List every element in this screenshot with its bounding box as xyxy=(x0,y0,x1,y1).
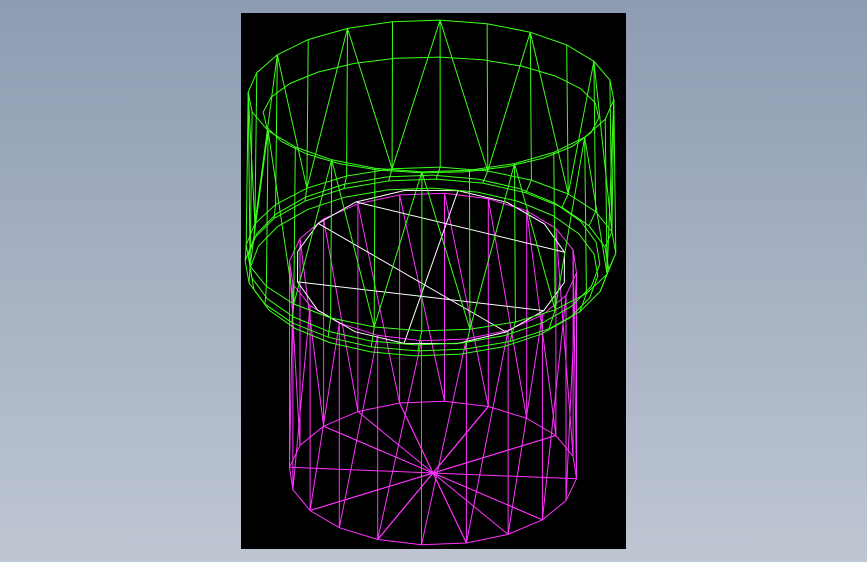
inner-cylinder-wireframe xyxy=(288,192,578,546)
outer-side-edge xyxy=(529,32,532,181)
inner-side-diagonal xyxy=(338,335,379,528)
outer-inner-lip xyxy=(262,56,600,174)
outer-side-diagonal xyxy=(487,32,531,172)
outer-side-edge xyxy=(486,23,489,172)
outer-side-diagonal xyxy=(554,137,586,310)
flange-edge xyxy=(327,317,332,338)
outer-side-edge xyxy=(373,168,376,328)
outer-side-diagonal xyxy=(529,32,569,195)
flange-edge xyxy=(588,211,597,227)
inner-side-diagonal xyxy=(487,198,528,419)
flange-edge xyxy=(608,252,617,270)
outer-side-diagonal xyxy=(514,163,556,310)
outer-side-diagonal xyxy=(347,28,393,169)
flange-edge xyxy=(561,193,569,208)
outer-side-edge xyxy=(293,146,296,305)
wireframe-canvas[interactable] xyxy=(241,13,626,549)
flange-edge xyxy=(273,204,277,219)
inner-top-diagonal xyxy=(355,201,565,253)
inner-side-diagonal xyxy=(541,295,567,520)
outer-side-diagonal xyxy=(391,19,441,169)
flange-edge xyxy=(343,175,348,189)
outer-side-edge xyxy=(306,39,309,189)
outer-side-diagonal xyxy=(267,130,295,305)
outer-side-edge xyxy=(330,159,333,318)
flange-edge xyxy=(304,188,308,202)
inner-cylinder-top-edge xyxy=(296,189,566,345)
inner-side-diagonal xyxy=(323,218,359,412)
inner-top-diagonal xyxy=(317,222,507,333)
outer-side-edge xyxy=(593,61,597,212)
outer-top-rim xyxy=(247,19,615,173)
inner-top-diagonal xyxy=(297,281,544,312)
outer-side-diagonal xyxy=(593,61,613,232)
outer-side-diagonal xyxy=(276,54,308,189)
inner-bottom-diagonal xyxy=(377,406,489,540)
outer-side-edge xyxy=(265,130,269,287)
outer-side-diagonal xyxy=(254,54,278,224)
outer-side-edge xyxy=(254,72,258,224)
outer-side-diagonal xyxy=(439,19,489,172)
inner-top-diagonal xyxy=(403,190,459,344)
flange-edge xyxy=(264,286,267,305)
flange-edge xyxy=(370,326,375,347)
outer-shell-wireframe xyxy=(244,19,617,357)
outer-side-edge xyxy=(566,44,569,195)
outer-side-edge xyxy=(553,152,556,310)
outer-side-edge xyxy=(275,54,278,205)
flange-edge xyxy=(248,266,251,284)
inner-side-diagonal xyxy=(357,203,401,404)
flange-edge xyxy=(525,179,532,194)
outer-side-edge xyxy=(613,99,617,254)
inner-side-diagonal xyxy=(465,330,509,544)
model-viewport[interactable] xyxy=(241,13,626,549)
flange-ring xyxy=(247,174,601,346)
outer-side-edge xyxy=(584,137,587,294)
outer-side-edge xyxy=(346,28,348,177)
outer-side-diagonal xyxy=(567,61,595,195)
inner-side-diagonal xyxy=(421,338,467,545)
outer-side-edge xyxy=(245,92,249,245)
flange-edge xyxy=(435,166,441,180)
